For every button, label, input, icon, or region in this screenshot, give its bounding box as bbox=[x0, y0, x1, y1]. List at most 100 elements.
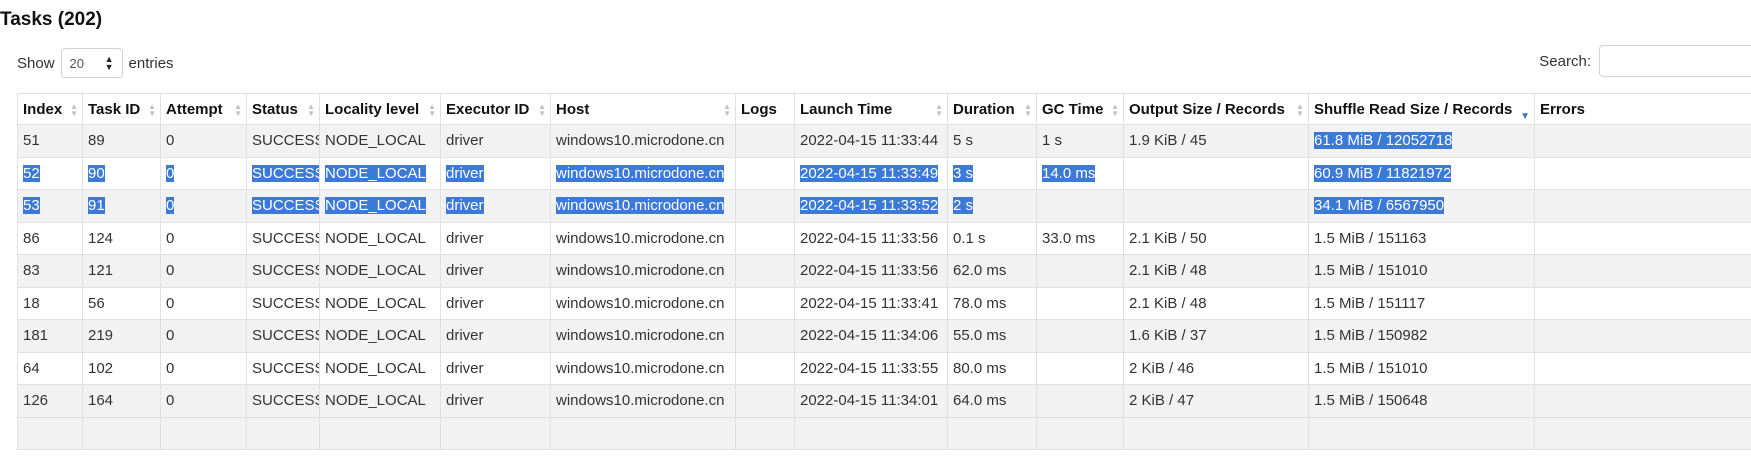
cell-task-id bbox=[82, 416, 161, 450]
cell-locality-level: NODE_LOCAL bbox=[319, 286, 441, 320]
column-header-locality-level[interactable]: Locality level ▲ ▼ bbox=[319, 93, 441, 125]
cell-gc-time: 33.0 ms bbox=[1036, 221, 1124, 255]
column-header-gc-time[interactable]: GC Time ▲ ▼ bbox=[1036, 93, 1124, 125]
cell-index: 51 bbox=[17, 124, 83, 158]
column-header-attempt[interactable]: Attempt ▲ ▼ bbox=[160, 93, 247, 125]
sort-icon: ▲ ▼ bbox=[1024, 102, 1032, 118]
cell-locality-level bbox=[319, 416, 441, 450]
cell-text: SUCCESS bbox=[252, 392, 320, 410]
sort-icon: ▲ ▼ bbox=[70, 102, 78, 118]
cell-text: driver bbox=[446, 229, 484, 247]
cell-text: 51 bbox=[23, 132, 40, 150]
column-header-label: Duration bbox=[953, 100, 1015, 118]
cell-text: 1.5 MiB / 151010 bbox=[1314, 262, 1428, 280]
cell-launch-time: 2022-04-15 11:33:44 bbox=[794, 124, 948, 158]
column-header-errors[interactable]: Errors bbox=[1534, 93, 1751, 125]
cell-gc-time: 14.0 ms bbox=[1036, 156, 1124, 190]
cell-text: SUCCESS bbox=[252, 359, 320, 377]
cell-logs[interactable] bbox=[735, 286, 795, 320]
cell-text: 2.1 KiB / 48 bbox=[1129, 294, 1207, 312]
cell-status: SUCCESS bbox=[246, 286, 320, 320]
cell-logs[interactable] bbox=[735, 156, 795, 190]
cell-index: 83 bbox=[17, 254, 83, 288]
cell-executor-id: driver bbox=[440, 221, 551, 255]
cell-text: windows10.microdone.cn bbox=[556, 392, 725, 410]
cell-errors bbox=[1534, 254, 1751, 288]
cell-text: windows10.microdone.cn bbox=[556, 359, 725, 377]
cell-text: 164 bbox=[88, 392, 114, 410]
sort-icon: ▲ ▼ bbox=[723, 102, 731, 118]
column-header-logs[interactable]: Logs bbox=[735, 93, 795, 125]
table-row[interactable]: 86 124 0 SUCCESS NODE_LOCAL driver windows10.m… bbox=[17, 221, 1751, 255]
cell-logs[interactable] bbox=[735, 351, 795, 385]
table-header-row: Index ▲ ▼ Task ID ▲ ▼ Attempt ▲ ▼ Status ▲ ▼ Localit… bbox=[17, 93, 1751, 125]
table-row[interactable]: 51 89 0 SUCCESS NODE_LOCAL driver windows10.mi… bbox=[17, 124, 1751, 158]
cell-errors bbox=[1534, 416, 1751, 450]
cell-host: windows10.microdone.cn bbox=[550, 319, 736, 353]
cell-host: windows10.microdone.cn bbox=[550, 189, 736, 223]
cell-locality-level: NODE_LOCAL bbox=[319, 124, 441, 158]
cell-status: SUCCESS bbox=[246, 124, 320, 158]
column-header-executor-id[interactable]: Executor ID ▲ ▼ bbox=[440, 93, 551, 125]
table-row[interactable]: 126 164 0 SUCCESS NODE_LOCAL driver windows10.… bbox=[17, 384, 1751, 418]
column-header-task-id[interactable]: Task ID ▲ ▼ bbox=[82, 93, 161, 125]
cell-shuffle-read-size-records bbox=[1308, 416, 1535, 450]
cell-logs[interactable] bbox=[735, 254, 795, 288]
cell-text: 18 bbox=[23, 294, 40, 312]
cell-text: 78.0 ms bbox=[953, 294, 1007, 312]
cell-logs[interactable] bbox=[735, 384, 795, 418]
cell-launch-time: 2022-04-15 11:33:52 bbox=[794, 189, 948, 223]
column-header-label: GC Time bbox=[1042, 100, 1104, 118]
cell-host: windows10.microdone.cn bbox=[550, 124, 736, 158]
table-row-partial bbox=[17, 416, 1751, 450]
cell-text: 0.1 s bbox=[953, 229, 986, 247]
column-header-index[interactable]: Index ▲ ▼ bbox=[17, 93, 83, 125]
cell-text: NODE_LOCAL bbox=[325, 294, 426, 312]
cell-logs[interactable] bbox=[735, 319, 795, 353]
cell-errors bbox=[1534, 156, 1751, 190]
cell-host: windows10.microdone.cn bbox=[550, 221, 736, 255]
column-header-launch-time[interactable]: Launch Time ▲ ▼ bbox=[794, 93, 948, 125]
cell-status: SUCCESS bbox=[246, 384, 320, 418]
cell-logs[interactable] bbox=[735, 124, 795, 158]
column-header-output-size-records[interactable]: Output Size / Records ▲ ▼ bbox=[1123, 93, 1309, 125]
cell-task-id: 124 bbox=[82, 221, 161, 255]
cell-text: 2022-04-15 11:34:06 bbox=[800, 327, 939, 345]
search-input[interactable] bbox=[1599, 45, 1751, 77]
table-row[interactable]: 18 56 0 SUCCESS NODE_LOCAL driver windows10.mi… bbox=[17, 286, 1751, 320]
cell-text: NODE_LOCAL bbox=[325, 164, 426, 182]
cell-text: 1 s bbox=[1042, 132, 1063, 150]
column-header-duration[interactable]: Duration ▲ ▼ bbox=[947, 93, 1037, 125]
page-length-select[interactable]: 20 ▲ ▼ bbox=[60, 48, 123, 78]
cell-text: 0 bbox=[166, 197, 175, 215]
cell-text: 2022-04-15 11:33:56 bbox=[800, 229, 939, 247]
table-row[interactable]: 181 219 0 SUCCESS NODE_LOCAL driver windows10.… bbox=[17, 319, 1751, 353]
cell-logs[interactable] bbox=[735, 189, 795, 223]
cell-text: windows10.microdone.cn bbox=[556, 229, 725, 247]
sort-descending-icon: ▼ bbox=[1520, 111, 1530, 122]
cell-output-size-records bbox=[1123, 189, 1309, 223]
table-row[interactable]: 64 102 0 SUCCESS NODE_LOCAL driver windows10.m… bbox=[17, 351, 1751, 385]
cell-gc-time: 1 s bbox=[1036, 124, 1124, 158]
cell-text: 0 bbox=[166, 392, 175, 410]
table-row[interactable]: 83 121 0 SUCCESS NODE_LOCAL driver windows10.m… bbox=[17, 254, 1751, 288]
cell-logs[interactable] bbox=[735, 221, 795, 255]
cell-task-id: 91 bbox=[82, 189, 161, 223]
cell-task-id: 102 bbox=[82, 351, 161, 385]
cell-shuffle-read-size-records: 1.5 MiB / 151117 bbox=[1308, 286, 1535, 320]
cell-duration bbox=[947, 416, 1037, 450]
cell-text: NODE_LOCAL bbox=[325, 327, 426, 345]
search-control: Search: bbox=[1539, 45, 1751, 77]
column-header-shuffle-read-size-records[interactable]: Shuffle Read Size / Records ▼ bbox=[1308, 93, 1535, 125]
cell-shuffle-read-size-records: 1.5 MiB / 151010 bbox=[1308, 351, 1535, 385]
cell-gc-time bbox=[1036, 384, 1124, 418]
cell-text: 219 bbox=[88, 327, 114, 345]
table-row[interactable]: 53 91 0 SUCCESS NODE_LOCAL driver windows10.mi… bbox=[17, 189, 1751, 223]
table-body: 51 89 0 SUCCESS NODE_LOCAL driver windows10.mi… bbox=[17, 124, 1751, 450]
table-row[interactable]: 52 90 0 SUCCESS NODE_LOCAL driver windows10.mi… bbox=[17, 156, 1751, 190]
cell-text: SUCCESS bbox=[252, 294, 320, 312]
cell-text: 2022-04-15 11:33:41 bbox=[800, 294, 939, 312]
column-header-label: Launch Time bbox=[800, 100, 893, 118]
column-header-host[interactable]: Host ▲ ▼ bbox=[550, 93, 736, 125]
column-header-status[interactable]: Status ▲ ▼ bbox=[246, 93, 320, 125]
